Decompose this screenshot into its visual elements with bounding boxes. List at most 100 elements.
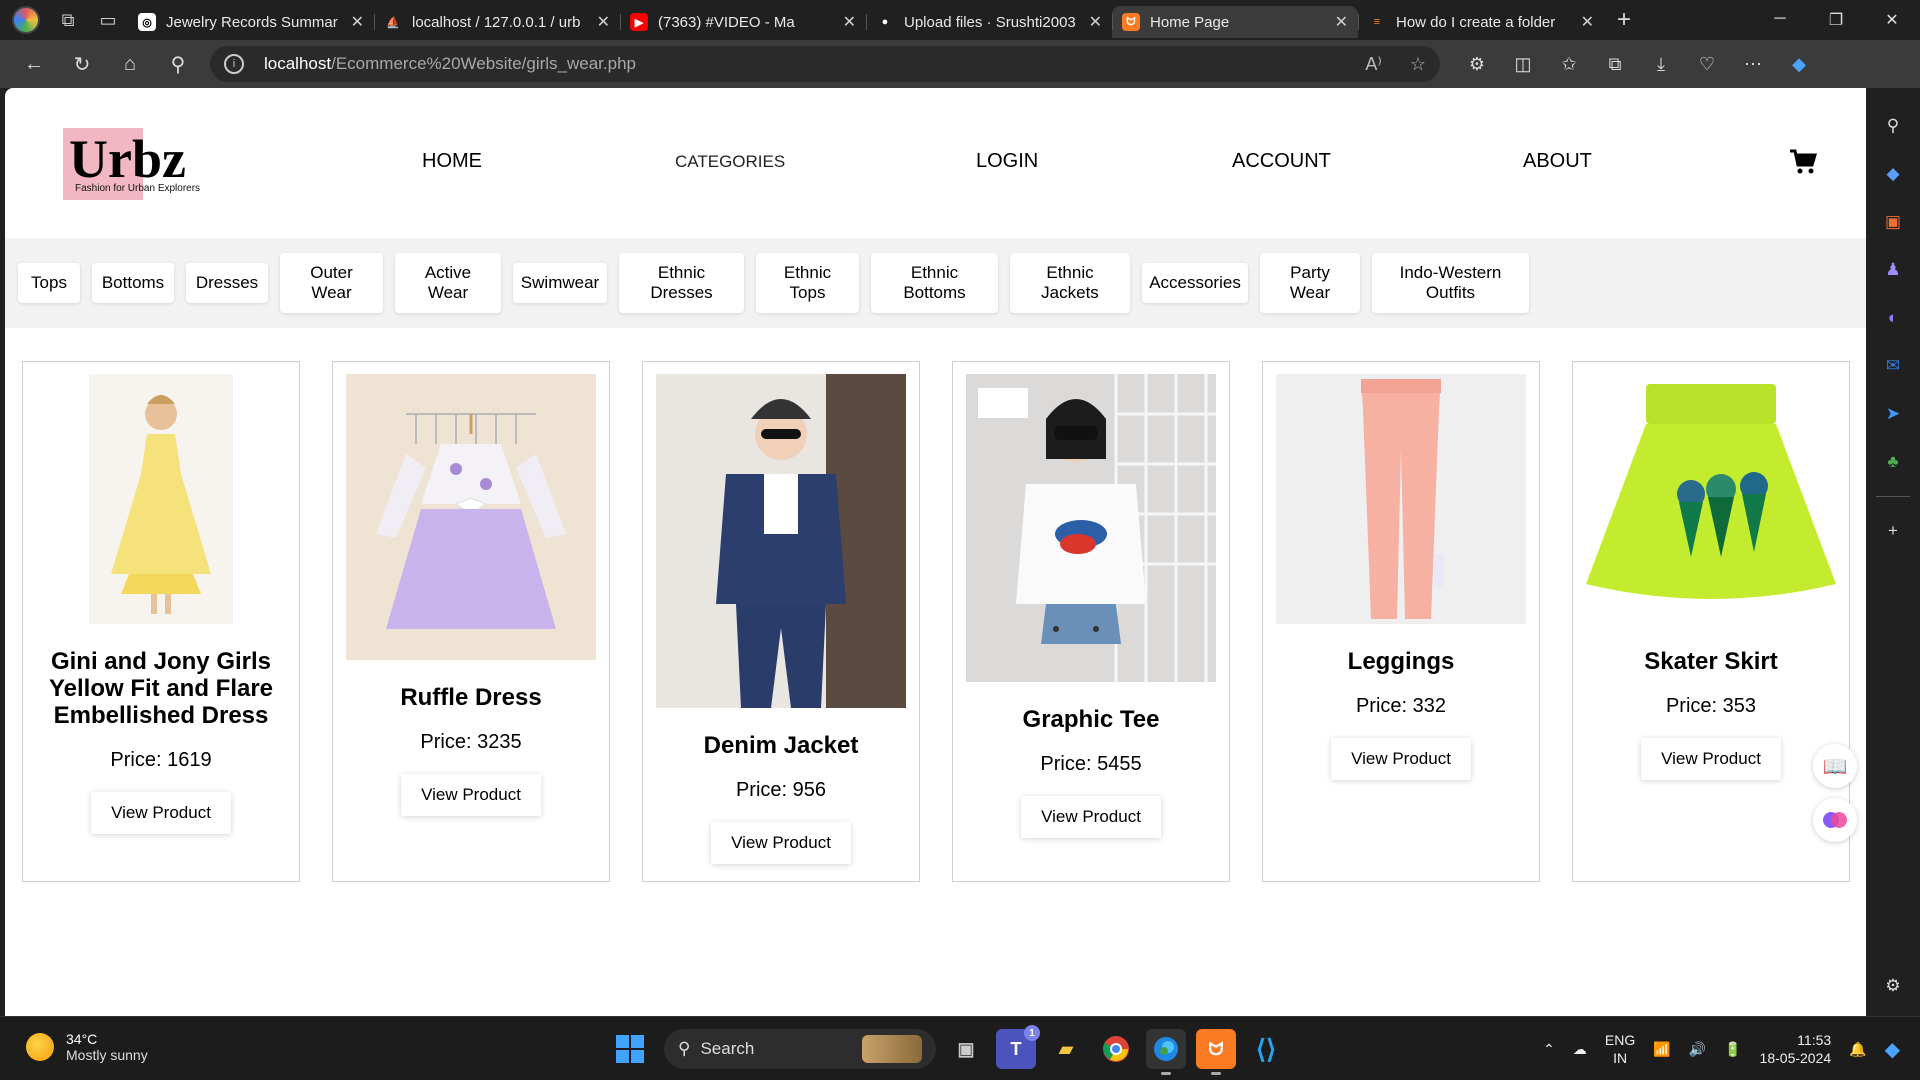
nav-home[interactable]: HOME bbox=[422, 150, 482, 173]
cart-icon[interactable] bbox=[1788, 148, 1818, 183]
vscode-icon[interactable]: ⟨⟩ bbox=[1246, 1029, 1286, 1069]
home-icon[interactable]: ⌂ bbox=[106, 40, 154, 88]
browser-essentials-icon[interactable]: ♡ bbox=[1684, 54, 1730, 75]
site-info-icon[interactable]: i bbox=[224, 54, 244, 74]
outlook-icon[interactable]: ✉ bbox=[1878, 351, 1908, 381]
category-chip[interactable]: Dresses bbox=[186, 263, 268, 303]
tab-close-icon[interactable]: ✕ bbox=[1335, 12, 1348, 32]
vertical-tabs-icon[interactable]: ▭ bbox=[88, 0, 128, 40]
category-chip[interactable]: Ethnic Bottoms bbox=[871, 253, 998, 313]
browser-tab[interactable]: ≡ How do I create a folder ✕ bbox=[1358, 6, 1604, 38]
favorite-star-icon[interactable]: ☆ bbox=[1410, 54, 1426, 75]
category-chip[interactable]: Bottoms bbox=[92, 263, 174, 303]
view-product-button[interactable]: View Product bbox=[91, 792, 231, 834]
copilot-sidebar-icon[interactable]: ◐ bbox=[1878, 303, 1908, 333]
nav-about[interactable]: ABOUT bbox=[1523, 150, 1592, 173]
product-price: Price: 353 bbox=[1665, 695, 1757, 717]
nav-account[interactable]: ACCOUNT bbox=[1232, 150, 1331, 173]
category-chip[interactable]: Active Wear bbox=[395, 253, 501, 313]
split-screen-icon[interactable]: ◫ bbox=[1500, 54, 1546, 75]
volume-icon[interactable]: 🔊 bbox=[1689, 1041, 1706, 1058]
view-product-button[interactable]: View Product bbox=[401, 774, 541, 816]
collections-icon[interactable]: ⧉ bbox=[1592, 54, 1638, 75]
close-window-icon[interactable]: ✕ bbox=[1864, 10, 1920, 30]
edge-icon[interactable] bbox=[1146, 1029, 1186, 1075]
address-bar[interactable]: i localhost/Ecommerce%20Website/girls_we… bbox=[210, 46, 1440, 82]
battery-icon[interactable]: 🔋 bbox=[1724, 1041, 1741, 1058]
category-chip[interactable]: Accessories bbox=[1142, 263, 1248, 303]
add-sidebar-app-icon[interactable]: + bbox=[1878, 516, 1908, 546]
view-product-button[interactable]: View Product bbox=[1021, 796, 1161, 838]
back-arrow-icon[interactable]: ← bbox=[10, 40, 58, 88]
new-tab-button[interactable]: + bbox=[1604, 6, 1644, 34]
notification-bell-icon[interactable]: 🔔 bbox=[1849, 1041, 1866, 1058]
view-product-button[interactable]: View Product bbox=[1641, 738, 1781, 780]
immersive-reader-icon[interactable]: 📖 bbox=[1813, 744, 1857, 788]
product-image[interactable] bbox=[966, 374, 1216, 682]
xampp-icon[interactable]: ᗢ bbox=[1196, 1029, 1236, 1075]
view-product-button[interactable]: View Product bbox=[1331, 738, 1471, 780]
view-product-button[interactable]: View Product bbox=[711, 822, 851, 864]
category-chip[interactable]: Indo-Western Outfits bbox=[1372, 253, 1529, 313]
search-icon[interactable]: ⚲ bbox=[154, 40, 202, 88]
tab-close-icon[interactable]: ✕ bbox=[351, 12, 364, 32]
category-chip[interactable]: Ethnic Tops bbox=[756, 253, 859, 313]
product-image[interactable] bbox=[89, 374, 233, 624]
product-image[interactable] bbox=[656, 374, 906, 708]
chrome-icon[interactable] bbox=[1096, 1029, 1136, 1069]
minimize-icon[interactable]: ─ bbox=[1752, 10, 1808, 30]
sidebar-settings-icon[interactable]: ⚙ bbox=[1878, 971, 1908, 1001]
workspaces-icon[interactable]: ⧉ bbox=[48, 0, 88, 40]
games-icon[interactable]: ♟ bbox=[1878, 255, 1908, 285]
sidebar-search-icon[interactable]: ⚲ bbox=[1878, 111, 1908, 141]
browser-tab[interactable]: ● Upload files · Srushti2003 ✕ bbox=[866, 6, 1112, 38]
shopping-tag-icon[interactable]: ◆ bbox=[1878, 159, 1908, 189]
category-chip[interactable]: Party Wear bbox=[1260, 253, 1360, 313]
tab-close-icon[interactable]: ✕ bbox=[597, 12, 610, 32]
start-windows-icon[interactable] bbox=[616, 1035, 644, 1063]
refresh-icon[interactable]: ↻ bbox=[58, 40, 106, 88]
product-image[interactable] bbox=[1276, 374, 1526, 624]
file-explorer-icon[interactable]: ▰ bbox=[1046, 1029, 1086, 1069]
maximize-icon[interactable]: ❐ bbox=[1808, 10, 1864, 30]
tab-title: Jewelry Records Summar bbox=[166, 13, 338, 31]
tab-close-icon[interactable]: ✕ bbox=[1089, 12, 1102, 32]
browser-tab[interactable]: ◎ Jewelry Records Summar ✕ bbox=[128, 6, 374, 38]
favorites-icon[interactable]: ✩ bbox=[1546, 54, 1592, 75]
tools-briefcase-icon[interactable]: ▣ bbox=[1878, 207, 1908, 237]
copilot-icon[interactable]: ◆ bbox=[1776, 54, 1822, 75]
tree-icon[interactable]: ♣ bbox=[1878, 447, 1908, 477]
product-card: Ruffle Dress Price: 3235 View Product bbox=[332, 361, 610, 882]
browser-tab[interactable]: ᗢ Home Page ✕ bbox=[1112, 6, 1358, 38]
category-chip[interactable]: Tops bbox=[18, 263, 80, 303]
tab-close-icon[interactable]: ✕ bbox=[843, 12, 856, 32]
product-image[interactable] bbox=[1586, 374, 1836, 624]
category-chip[interactable]: Ethnic Jackets bbox=[1010, 253, 1130, 313]
language-indicator[interactable]: ENG IN bbox=[1605, 1031, 1635, 1067]
category-chip[interactable]: Swimwear bbox=[513, 263, 607, 303]
extensions-icon[interactable]: ⚙ bbox=[1454, 54, 1500, 75]
clock[interactable]: 11:53 18-05-2024 bbox=[1760, 1031, 1832, 1067]
teams-icon[interactable]: T1 bbox=[996, 1025, 1040, 1069]
downloads-icon[interactable]: ⤓ bbox=[1638, 54, 1684, 75]
copilot-float-icon[interactable] bbox=[1813, 798, 1857, 842]
copilot-taskbar-icon[interactable]: ◆ bbox=[1885, 1037, 1900, 1062]
category-chip[interactable]: Ethnic Dresses bbox=[619, 253, 744, 313]
chevron-up-icon[interactable]: ⌃ bbox=[1543, 1041, 1555, 1058]
read-aloud-icon[interactable]: A⁾ bbox=[1365, 54, 1381, 75]
browser-tab[interactable]: ⛵ localhost / 127.0.0.1 / urb ✕ bbox=[374, 6, 620, 38]
onedrive-icon[interactable]: ☁ bbox=[1573, 1041, 1587, 1058]
profile-avatar[interactable] bbox=[12, 6, 40, 34]
browser-tab[interactable]: ▶ (7363) #VIDEO - Ma ✕ bbox=[620, 6, 866, 38]
taskbar-search[interactable]: ⚲ Search bbox=[664, 1029, 936, 1069]
more-menu-icon[interactable]: ⋯ bbox=[1730, 54, 1776, 75]
weather-widget[interactable]: 34°C Mostly sunny bbox=[26, 1031, 148, 1063]
nav-categories[interactable]: CATEGORIES bbox=[675, 152, 785, 172]
send-icon[interactable]: ➤ bbox=[1878, 399, 1908, 429]
wifi-icon[interactable]: 📶 bbox=[1653, 1041, 1670, 1058]
product-image[interactable] bbox=[346, 374, 596, 660]
task-view-icon[interactable]: ▣ bbox=[946, 1029, 986, 1069]
nav-login[interactable]: LOGIN bbox=[976, 150, 1038, 173]
tab-close-icon[interactable]: ✕ bbox=[1581, 12, 1594, 32]
category-chip[interactable]: Outer Wear bbox=[280, 253, 383, 313]
